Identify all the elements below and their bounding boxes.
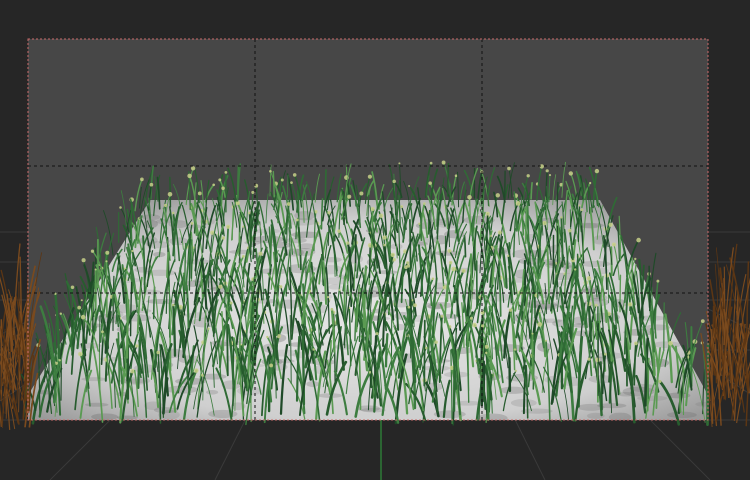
3d-viewport[interactable]: [0, 0, 750, 480]
viewport-canvas[interactable]: [0, 0, 750, 480]
